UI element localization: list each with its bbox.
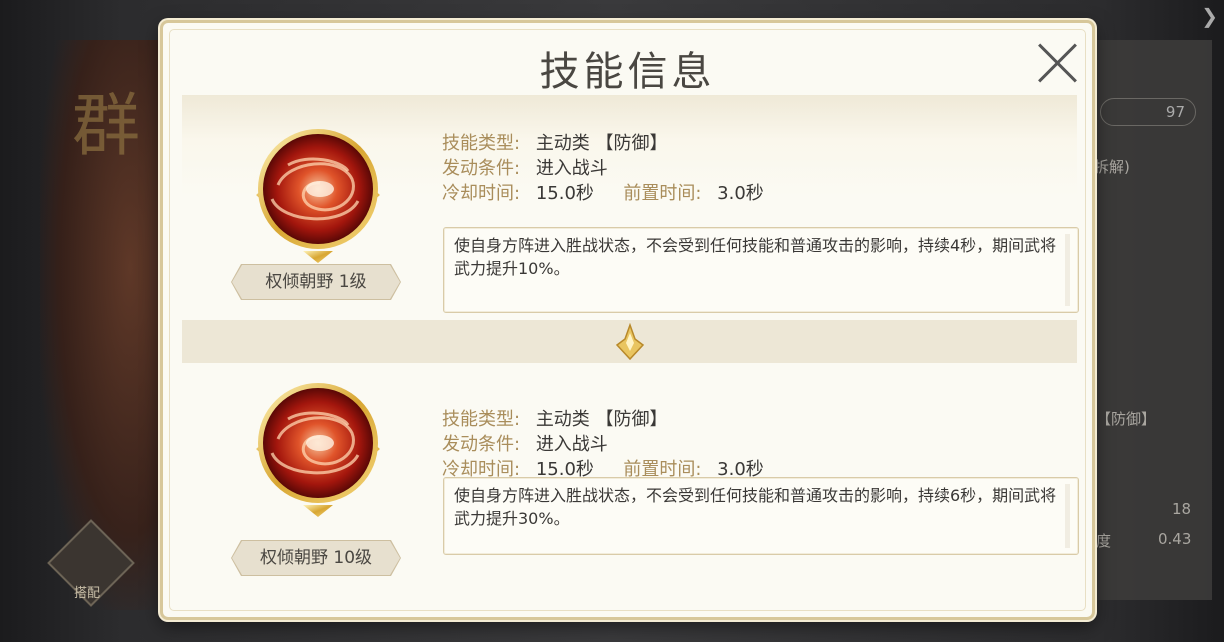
skill-trigger-label: 发动条件: xyxy=(442,434,521,455)
description-scrollbar[interactable] xyxy=(1065,234,1070,306)
skill-precast-label: 前置时间: xyxy=(623,183,702,204)
skill-type-value: 主动类 【防御】 xyxy=(535,133,668,154)
dialog-title: 技能信息 xyxy=(539,49,716,95)
swirl-skill-icon xyxy=(256,383,380,517)
background-stat-043: 0.43 xyxy=(1158,530,1192,548)
skill-name-plate: 权倾朝野 10级 xyxy=(232,541,400,575)
background-stat-label: 度 xyxy=(1096,532,1112,550)
down-arrow-icon xyxy=(615,323,645,361)
chevron-right-icon: ❯ xyxy=(1201,4,1218,28)
skill-attributes: 技能类型: 主动类 【防御】 发动条件: 进入战斗 冷却时间: 15.0秒 前置… xyxy=(442,131,764,206)
background-partial-tag: 【防御】 xyxy=(1096,410,1157,428)
skill-description-text: 使自身方阵进入胜战状态，不会受到任何技能和普通攻击的影响，持续4秒，期间武将武力… xyxy=(454,236,1057,278)
skill-type-value: 主动类 【防御】 xyxy=(535,409,668,430)
skill-precast-value: 3.0秒 xyxy=(717,183,764,204)
background-partial-text: 拆解) xyxy=(1094,158,1130,176)
skill-attributes: 技能类型: 主动类 【防御】 发动条件: 进入战斗 冷却时间: 15.0秒 前置… xyxy=(442,407,764,482)
skill-description[interactable]: 使自身方阵进入胜战状态，不会受到任何技能和普通攻击的影响，持续6秒，期间武将武力… xyxy=(443,477,1079,555)
skill-trigger-value: 进入战斗 xyxy=(535,434,608,455)
skill-cooldown-value: 15.0秒 xyxy=(535,183,594,204)
skill-trigger-value: 进入战斗 xyxy=(535,158,608,179)
skill-cooldown-label: 冷却时间: xyxy=(442,183,521,204)
skill-name-plate: 权倾朝野 1级 xyxy=(232,265,400,299)
skill-description[interactable]: 使自身方阵进入胜战状态，不会受到任何技能和普通攻击的影响，持续4秒，期间武将武力… xyxy=(443,227,1079,313)
background-glyph: 群 xyxy=(72,87,141,166)
skill-section-current: 权倾朝野 1级 技能类型: 主动类 【防御】 发动条件: 进入战斗 冷却时间: … xyxy=(182,95,1079,320)
skill-trigger-label: 发动条件: xyxy=(442,158,521,179)
skill-section-max: 权倾朝野 10级 技能类型: 主动类 【防御】 发动条件: 进入战斗 冷却时间:… xyxy=(182,365,1079,605)
upgrade-divider xyxy=(182,320,1077,363)
skill-description-text: 使自身方阵进入胜战状态，不会受到任何技能和普通攻击的影响，持续6秒，期间武将武力… xyxy=(454,486,1057,528)
close-icon[interactable] xyxy=(1035,41,1079,85)
swirl-skill-icon xyxy=(256,129,380,263)
background-stat-value: 97 xyxy=(1100,98,1196,126)
skill-type-label: 技能类型: xyxy=(442,133,521,154)
skill-info-dialog: 技能信息 权倾朝野 1级 技能类型: 主动类 【防御】 发动条件: 进入战斗 冷… xyxy=(160,20,1095,620)
description-scrollbar[interactable] xyxy=(1065,484,1070,548)
equip-label: 搭配 xyxy=(74,586,101,601)
skill-type-label: 技能类型: xyxy=(442,409,521,430)
background-stat-18: 18 xyxy=(1172,500,1192,518)
